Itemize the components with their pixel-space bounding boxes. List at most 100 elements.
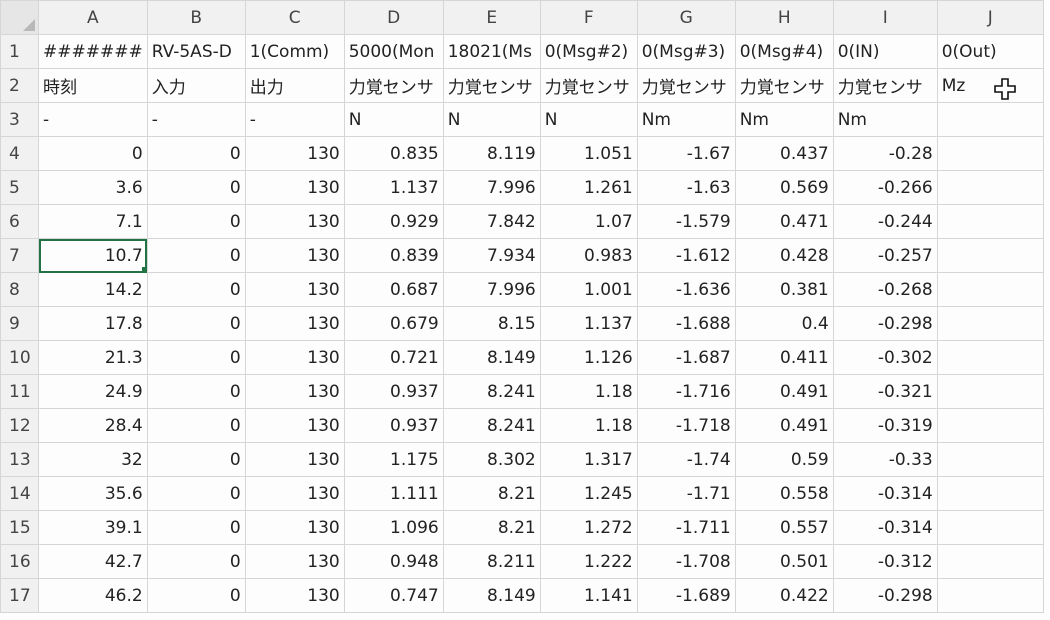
row-header[interactable]: 1: [0, 34, 39, 69]
cell[interactable]: 0.437: [734, 136, 834, 171]
cell[interactable]: 0.411: [734, 340, 834, 375]
cell[interactable]: 130: [244, 510, 345, 545]
cell[interactable]: 1.07: [539, 204, 638, 239]
cell[interactable]: 39.1: [38, 510, 148, 545]
row-header[interactable]: 8: [0, 272, 39, 307]
cell[interactable]: 0.983: [539, 238, 638, 273]
cell[interactable]: 1.111: [343, 476, 444, 511]
cell[interactable]: 8.241: [442, 408, 541, 443]
cell[interactable]: 力覚センサ: [442, 68, 541, 103]
cell[interactable]: 8.241: [442, 374, 541, 409]
cell[interactable]: 130: [244, 374, 345, 409]
cell[interactable]: -1.718: [636, 408, 736, 443]
cell[interactable]: 0.929: [343, 204, 444, 239]
cell[interactable]: 0(Msg#2): [539, 34, 638, 69]
row-header[interactable]: 16: [0, 544, 39, 579]
column-header-f[interactable]: F: [539, 0, 638, 35]
cell[interactable]: 0.59: [734, 442, 834, 477]
cell[interactable]: 0: [146, 476, 246, 511]
cell[interactable]: 28.4: [38, 408, 148, 443]
cell[interactable]: 17.8: [38, 306, 148, 341]
cell[interactable]: 7.934: [442, 238, 541, 273]
cell[interactable]: 0: [146, 544, 246, 579]
cell[interactable]: 35.6: [38, 476, 148, 511]
cell[interactable]: 1.261: [539, 170, 638, 205]
column-header-c[interactable]: C: [244, 0, 345, 35]
cell[interactable]: 0.679: [343, 306, 444, 341]
cell[interactable]: 1.272: [539, 510, 638, 545]
cell[interactable]: 0.557: [734, 510, 834, 545]
row-header[interactable]: 2: [0, 68, 39, 103]
cell[interactable]: RV-5AS-D: [146, 34, 246, 69]
cell[interactable]: 0: [146, 374, 246, 409]
row-header[interactable]: 17: [0, 578, 39, 613]
cell[interactable]: 力覚センサ: [343, 68, 444, 103]
cell[interactable]: -0.314: [832, 510, 938, 545]
cell[interactable]: 130: [244, 238, 345, 273]
cell[interactable]: 0.835: [343, 136, 444, 171]
cell[interactable]: 8.149: [442, 340, 541, 375]
cell[interactable]: 0.569: [734, 170, 834, 205]
cell[interactable]: 130: [244, 204, 345, 239]
cell[interactable]: -0.319: [832, 408, 938, 443]
cell[interactable]: -: [146, 102, 246, 137]
cell[interactable]: -0.266: [832, 170, 938, 205]
cell[interactable]: -: [244, 102, 345, 137]
cell[interactable]: 0: [146, 238, 246, 273]
cell[interactable]: -0.244: [832, 204, 938, 239]
cell[interactable]: [936, 476, 1044, 511]
cell[interactable]: 1.175: [343, 442, 444, 477]
row-header[interactable]: 10: [0, 340, 39, 375]
cell[interactable]: 7.842: [442, 204, 541, 239]
cell[interactable]: 1(Comm): [244, 34, 345, 69]
cell[interactable]: -0.268: [832, 272, 938, 307]
cell[interactable]: 7.1: [38, 204, 148, 239]
cell[interactable]: 出力: [244, 68, 345, 103]
cell[interactable]: N: [539, 102, 638, 137]
cell[interactable]: 0.937: [343, 374, 444, 409]
row-header[interactable]: 4: [0, 136, 39, 171]
column-header-h[interactable]: H: [734, 0, 834, 35]
cell[interactable]: -0.302: [832, 340, 938, 375]
row-header[interactable]: 9: [0, 306, 39, 341]
cell[interactable]: 8.21: [442, 510, 541, 545]
cell[interactable]: 0.687: [343, 272, 444, 307]
column-header-b[interactable]: B: [146, 0, 246, 35]
cell[interactable]: 0.839: [343, 238, 444, 273]
cell[interactable]: 0.471: [734, 204, 834, 239]
cell[interactable]: [936, 510, 1044, 545]
cell[interactable]: -1.636: [636, 272, 736, 307]
column-header-g[interactable]: G: [636, 0, 736, 35]
cell[interactable]: 0(Out): [936, 34, 1044, 69]
cell[interactable]: 8.149: [442, 578, 541, 613]
cell[interactable]: 入力: [146, 68, 246, 103]
cell[interactable]: 0: [146, 510, 246, 545]
cell[interactable]: 0: [146, 340, 246, 375]
select-all-button[interactable]: [0, 0, 39, 35]
cell[interactable]: 0.937: [343, 408, 444, 443]
cell[interactable]: 0: [146, 170, 246, 205]
cell[interactable]: 130: [244, 442, 345, 477]
cell[interactable]: 0(IN): [832, 34, 938, 69]
cell[interactable]: 力覚センサ: [539, 68, 638, 103]
cell[interactable]: 0: [146, 204, 246, 239]
cell[interactable]: 21.3: [38, 340, 148, 375]
cell[interactable]: -1.716: [636, 374, 736, 409]
cell[interactable]: Nm: [636, 102, 736, 137]
row-header[interactable]: 6: [0, 204, 39, 239]
cell[interactable]: 24.9: [38, 374, 148, 409]
cell[interactable]: 0(Msg#4): [734, 34, 834, 69]
cell[interactable]: 0.747: [343, 578, 444, 613]
cell[interactable]: [936, 136, 1044, 171]
cell[interactable]: 0: [146, 272, 246, 307]
cell[interactable]: 1.18: [539, 374, 638, 409]
row-header[interactable]: 13: [0, 442, 39, 477]
cell[interactable]: [936, 170, 1044, 205]
cell[interactable]: 力覚センサ: [832, 68, 938, 103]
cell[interactable]: Nm: [734, 102, 834, 137]
cell[interactable]: 7.996: [442, 170, 541, 205]
cell[interactable]: 1.317: [539, 442, 638, 477]
cell[interactable]: -1.71: [636, 476, 736, 511]
cell[interactable]: -1.74: [636, 442, 736, 477]
cell[interactable]: 1.096: [343, 510, 444, 545]
